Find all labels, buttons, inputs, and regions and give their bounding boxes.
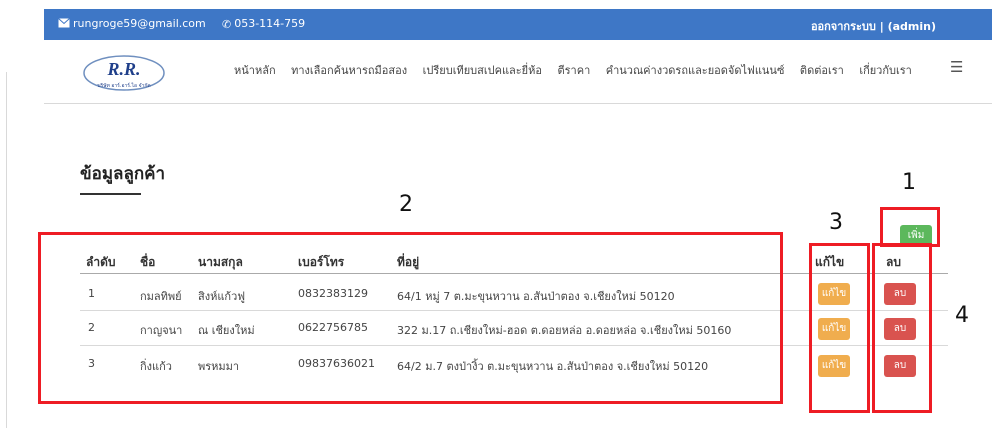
left-border (6, 72, 7, 428)
logo-subtitle: บริษัท อาร์.อาร์.ไอ จำกัด (97, 82, 150, 89)
top-bar: rungroge59@gmail.com ✆ 053-114-759 ออกจาก… (44, 9, 992, 40)
title-underline (80, 193, 141, 195)
nav-item-search[interactable]: ทางเลือกค้นหารถมือสอง (291, 64, 407, 77)
page-title: ข้อมูลลูกค้า (80, 164, 166, 184)
annotation-label-4: 4 (955, 303, 969, 328)
annotation-box-edit (809, 243, 870, 413)
nav-item-price[interactable]: ตีราคา (557, 64, 590, 77)
nav-item-contact[interactable]: ติดต่อเรา (800, 64, 844, 77)
current-user: admin (892, 20, 931, 33)
annotation-box-add (880, 207, 940, 247)
page: rungroge59@gmail.com ✆ 053-114-759 ออกจาก… (0, 0, 995, 428)
nav-menu: หน้าหลัก ทางเลือกค้นหารถมือสอง เปรียบเที… (234, 61, 924, 79)
email-text: rungroge59@gmail.com (73, 17, 206, 30)
annotation-label-2: 2 (399, 192, 413, 217)
logout-area: ออกจากระบบ | (admin) (811, 17, 936, 35)
annotation-box-table (38, 232, 783, 404)
annotation-box-delete (872, 243, 932, 413)
phone-icon: ✆ (222, 18, 232, 31)
nav-item-home[interactable]: หน้าหลัก (234, 64, 276, 77)
nav-item-compare[interactable]: เปรียบเทียบสเปคและยี่ห้อ (423, 64, 542, 77)
hamburger-menu-icon[interactable]: ☰ (950, 58, 963, 76)
envelope-icon (58, 18, 70, 31)
nav-item-about[interactable]: เกี่ยวกับเรา (859, 64, 912, 77)
logo-text: R.R. (106, 59, 140, 79)
annotation-label-3: 3 (829, 210, 843, 235)
contact-email[interactable]: rungroge59@gmail.com (58, 17, 206, 31)
main-nav: R.R. บริษัท อาร์.อาร์.ไอ จำกัด หน้าหลัก … (44, 40, 992, 104)
nav-item-calc[interactable]: คำนวณค่างวดรถและยอดจัดไฟแนนซ์ (606, 64, 785, 77)
divider: | ( (879, 20, 893, 33)
phone-text: 053-114-759 (234, 17, 306, 30)
contact-phone[interactable]: ✆ 053-114-759 (222, 17, 305, 31)
annotation-label-1: 1 (902, 170, 916, 195)
paren-close: ) (930, 20, 936, 33)
logout-link[interactable]: ออกจากระบบ (811, 20, 876, 33)
logo[interactable]: R.R. บริษัท อาร์.อาร์.ไอ จำกัด (80, 52, 168, 94)
